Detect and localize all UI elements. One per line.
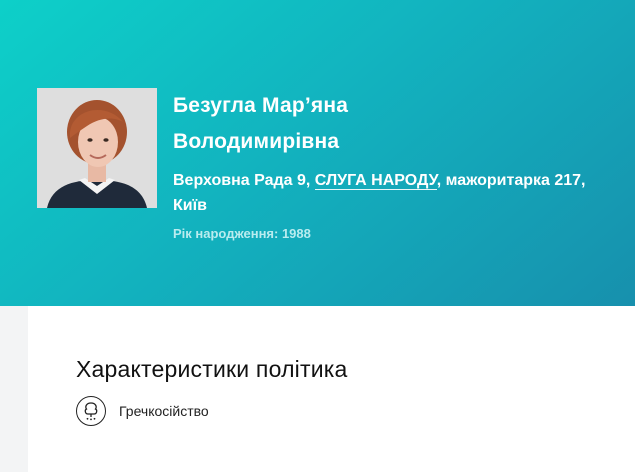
affiliation-prefix: Верховна Рада 9,	[173, 172, 315, 189]
birth-year: Рік народження: 1988	[173, 226, 311, 241]
politician-header: Безугла Мар’яна Володимирівна Верховна Р…	[0, 0, 635, 306]
characteristics-title: Характеристики політика	[76, 356, 348, 382]
buckwheat-icon	[76, 396, 106, 426]
characteristic-label: Гречкосійство	[119, 403, 209, 419]
politician-name: Безугла Мар’яна Володимирівна	[173, 88, 573, 160]
politician-name-line2: Володимирівна	[173, 130, 340, 153]
politician-photo	[37, 88, 157, 208]
party-link[interactable]: СЛУГА НАРОДУ	[314, 172, 437, 190]
politician-name-line1: Безугла Мар’яна	[173, 94, 349, 117]
characteristic-item[interactable]: Гречкосійство	[76, 396, 209, 426]
politician-affiliation: Верховна Рада 9, СЛУГА НАРОДУ, мажоритар…	[173, 168, 593, 218]
characteristics-card: Характеристики політика Гречкосійство	[28, 306, 635, 472]
